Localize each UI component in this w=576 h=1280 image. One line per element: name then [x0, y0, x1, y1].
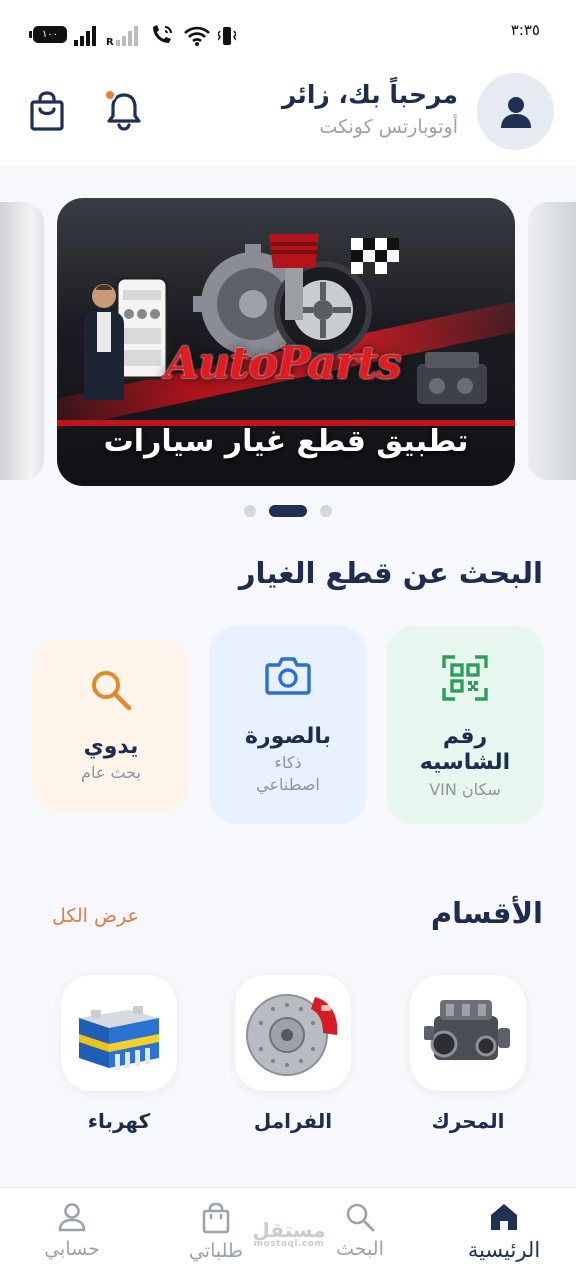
home-icon — [491, 1204, 517, 1230]
vin-search-card[interactable]: رقم الشاسيه سكان VIN — [386, 626, 544, 824]
category-brakes-label: الفرامل — [253, 1109, 333, 1133]
previous-banner-preview[interactable] — [0, 202, 44, 480]
shopping-bag-icon — [202, 1202, 230, 1234]
search-icon — [85, 664, 137, 716]
nav-account[interactable]: حسابي — [12, 1202, 132, 1260]
manual-search-card[interactable]: يدوي بحث عام — [32, 640, 190, 812]
photo-search-card[interactable]: بالصورة ذكاء اصطناعي — [209, 626, 367, 824]
mechanic-figure-image — [84, 284, 124, 400]
category-engine-label: المحرك — [431, 1109, 505, 1133]
watermark: مستقل mostaql.com — [252, 1220, 326, 1249]
view-all-link[interactable]: عرض الكل — [52, 905, 139, 927]
nav-search-label: البحث — [336, 1238, 384, 1260]
watermark-arabic: مستقل — [252, 1218, 326, 1242]
camera-icon — [262, 650, 314, 702]
user-icon — [58, 1203, 86, 1232]
category-engine[interactable]: المحرك — [410, 975, 526, 1133]
search-section-title: البحث عن قطع الغيار — [238, 556, 543, 590]
shopping-bag-icon[interactable] — [29, 91, 65, 131]
signal-strength-icon — [74, 26, 96, 46]
brake-disc-icon — [235, 975, 351, 1091]
status-time: ٣:٣٥ — [510, 21, 540, 39]
qr-code-icon — [439, 652, 491, 704]
engine-icon — [410, 975, 526, 1091]
banner-title: تطبيق قطع غيار سيارات — [103, 424, 469, 459]
promo-banner[interactable]: AutoParts تطبيق قطع غيار سيارات — [57, 198, 515, 486]
nav-orders-label: طلباتي — [188, 1240, 244, 1262]
greeting-text: مرحباً بك، زائر — [281, 80, 458, 109]
battery-indicator: ١٠٠ — [29, 26, 67, 43]
next-banner-preview[interactable] — [528, 202, 576, 480]
category-electrical-label: كهرباء — [87, 1109, 151, 1133]
manual-card-subtitle: بحث عام — [81, 763, 141, 783]
nav-home-label: الرئيسية — [467, 1238, 541, 1262]
search-icon — [346, 1203, 375, 1232]
categories-section-title: الأقسام — [430, 896, 543, 930]
status-bar: ١٠٠ R ٣:٣٥ — [0, 0, 576, 66]
vin-card-title: رقم الشاسيه — [419, 724, 511, 776]
notification-badge — [104, 89, 116, 101]
photo-card-title: بالصورة — [245, 724, 331, 749]
roaming-signal-icon: R — [106, 26, 138, 46]
carousel-pagination — [0, 504, 576, 518]
avatar[interactable] — [477, 73, 554, 150]
user-avatar-icon — [500, 96, 531, 128]
nav-home[interactable]: الرئيسية — [444, 1202, 564, 1262]
app-name: أوتوبارتس كونكت — [319, 116, 458, 138]
watermark-latin: mostaql.com — [253, 1239, 325, 1249]
carousel-dot[interactable] — [320, 505, 332, 517]
photo-card-subtitle: ذكاء اصطناعي — [256, 753, 320, 794]
vibrate-icon — [218, 27, 236, 45]
carousel-dot[interactable] — [244, 505, 256, 517]
nav-account-label: حسابي — [44, 1238, 100, 1260]
status-icons: R — [74, 22, 236, 46]
category-brakes[interactable]: الفرامل — [235, 975, 351, 1133]
category-electrical[interactable]: كهرباء — [61, 975, 177, 1133]
banner-carousel[interactable]: AutoParts تطبيق قطع غيار سيارات — [0, 196, 576, 490]
wifi-call-icon — [153, 25, 172, 43]
wifi-icon — [184, 26, 210, 46]
app-header: مرحباً بك، زائر أوتوبارتس كونكت — [0, 66, 576, 166]
battery-icon — [61, 975, 177, 1091]
carousel-dot-active[interactable] — [269, 505, 307, 517]
vin-card-subtitle: سكان VIN — [429, 779, 501, 799]
engine-block-image — [417, 352, 487, 404]
manual-card-title: يدوي — [83, 734, 139, 759]
svg-text:R: R — [106, 37, 114, 46]
autoparts-logo: AutoParts — [165, 338, 401, 389]
